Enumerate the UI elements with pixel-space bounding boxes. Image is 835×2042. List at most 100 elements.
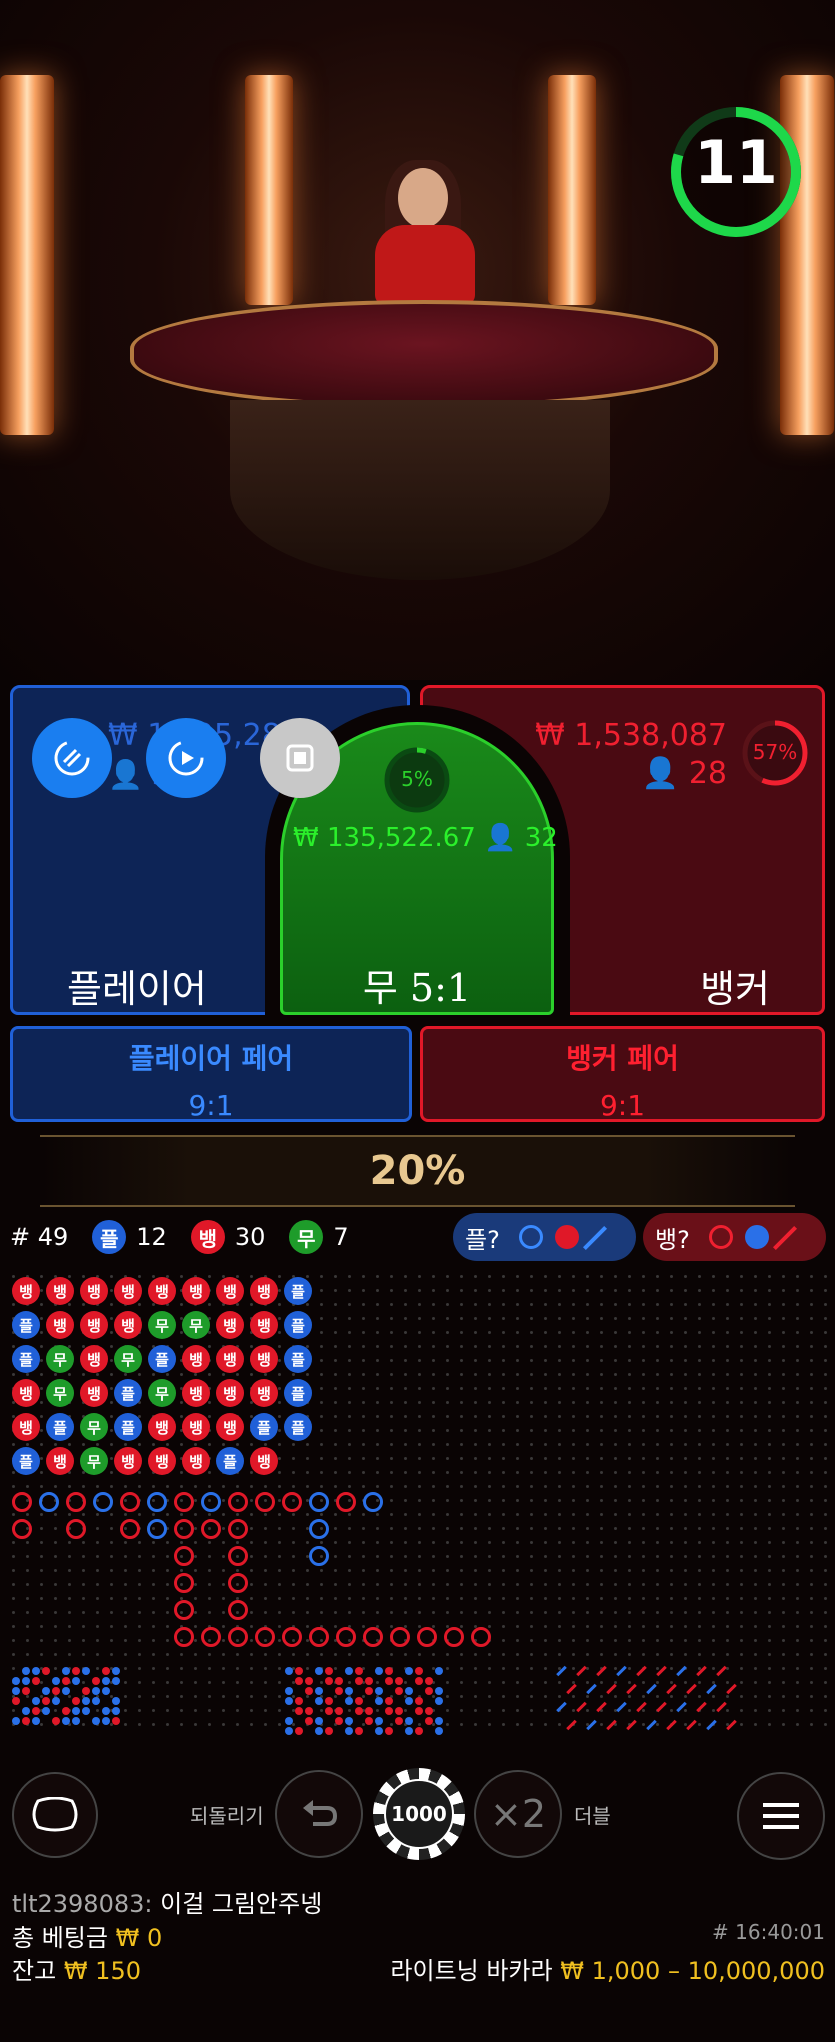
grid-dot bbox=[726, 1275, 729, 1278]
grid-dot bbox=[96, 1527, 99, 1530]
double-button[interactable]: ×2 bbox=[474, 1770, 562, 1858]
menu-button[interactable] bbox=[737, 1772, 825, 1860]
grid-dot bbox=[768, 1513, 771, 1516]
grid-dot bbox=[600, 1303, 603, 1306]
grid-dot bbox=[348, 1275, 351, 1278]
grid-dot bbox=[96, 1597, 99, 1600]
grid-dot bbox=[446, 1695, 449, 1698]
tie-win-count: 7 bbox=[333, 1223, 349, 1251]
grid-dot bbox=[600, 1443, 603, 1446]
grid-dot bbox=[362, 1275, 365, 1278]
grid-dot bbox=[376, 1597, 379, 1600]
grid-dot bbox=[544, 1457, 547, 1460]
grid-dot bbox=[558, 1583, 561, 1586]
grid-dot bbox=[278, 1597, 281, 1600]
autoplay-button[interactable] bbox=[32, 718, 112, 798]
grid-dot bbox=[236, 1569, 239, 1572]
grid-dot bbox=[474, 1723, 477, 1726]
countdown-timer-value: 11 bbox=[694, 128, 778, 198]
grid-dot bbox=[782, 1373, 785, 1376]
grid-dot bbox=[208, 1513, 211, 1516]
grid-dot bbox=[488, 1275, 491, 1278]
grid-dot bbox=[390, 1499, 393, 1502]
grid-dot bbox=[796, 1401, 799, 1404]
grid-dot bbox=[334, 1471, 337, 1474]
banker-pair-bet[interactable]: 뱅커 페어 9:1 bbox=[420, 1026, 825, 1122]
grid-dot bbox=[278, 1373, 281, 1376]
grid-dot bbox=[502, 1527, 505, 1530]
chip-selector[interactable]: 1000 bbox=[373, 1768, 465, 1860]
grid-dot bbox=[488, 1387, 491, 1390]
grid-dot bbox=[96, 1443, 99, 1446]
grid-dot bbox=[362, 1303, 365, 1306]
grid-dot bbox=[600, 1597, 603, 1600]
grid-dot bbox=[250, 1345, 253, 1348]
grid-dot bbox=[334, 1401, 337, 1404]
grid-dot bbox=[572, 1429, 575, 1432]
grid-dot bbox=[740, 1331, 743, 1334]
grid-dot bbox=[796, 1513, 799, 1516]
grid-dot bbox=[348, 1401, 351, 1404]
grid-dot bbox=[68, 1513, 71, 1516]
grid-dot bbox=[334, 1555, 337, 1558]
big-road-cell bbox=[120, 1492, 140, 1512]
banker-predict-button[interactable]: 뱅? bbox=[643, 1213, 826, 1261]
grid-dot bbox=[82, 1555, 85, 1558]
grid-dot bbox=[264, 1541, 267, 1544]
grid-dot bbox=[488, 1359, 491, 1362]
grid-dot bbox=[474, 1443, 477, 1446]
grid-dot bbox=[348, 1345, 351, 1348]
stop-button[interactable] bbox=[260, 718, 340, 798]
big-road-cell bbox=[471, 1627, 491, 1647]
big-road-cell bbox=[282, 1492, 302, 1512]
grid-dot bbox=[278, 1429, 281, 1432]
grid-dot bbox=[362, 1625, 365, 1628]
derived-road-cell bbox=[12, 1677, 20, 1685]
grid-dot bbox=[432, 1541, 435, 1544]
grid-dot bbox=[68, 1611, 71, 1614]
grid-dot bbox=[796, 1639, 799, 1642]
grid-dot bbox=[782, 1443, 785, 1446]
table-info[interactable]: 라이트닝 바카라 ₩ 1,000 – 10,000,000 bbox=[390, 1951, 825, 1986]
grid-dot bbox=[754, 1639, 757, 1642]
grid-dot bbox=[404, 1401, 407, 1404]
grid-dot bbox=[544, 1443, 547, 1446]
derived-road-cell bbox=[305, 1707, 313, 1715]
derived-road-cell bbox=[92, 1697, 100, 1705]
grid-dot bbox=[782, 1653, 785, 1656]
grid-dot bbox=[572, 1289, 575, 1292]
grid-dot bbox=[222, 1653, 225, 1656]
grid-dot bbox=[390, 1471, 393, 1474]
grid-dot bbox=[516, 1345, 519, 1348]
grid-dot bbox=[502, 1373, 505, 1376]
grid-dot bbox=[138, 1569, 141, 1572]
grid-dot bbox=[124, 1723, 127, 1726]
derived-road-cell bbox=[405, 1667, 413, 1675]
grid-dot bbox=[684, 1681, 687, 1684]
grid-dot bbox=[586, 1401, 589, 1404]
grid-dot bbox=[110, 1653, 113, 1656]
grid-dot bbox=[390, 1373, 393, 1376]
grid-dot bbox=[250, 1611, 253, 1614]
grid-dot bbox=[796, 1387, 799, 1390]
grid-dot bbox=[600, 1723, 603, 1726]
derived-road-cell bbox=[395, 1687, 403, 1695]
grid-dot bbox=[446, 1611, 449, 1614]
derived-road-cell bbox=[355, 1667, 363, 1675]
player-pair-bet[interactable]: 플레이어 페어 9:1 bbox=[10, 1026, 412, 1122]
grid-dot bbox=[670, 1639, 673, 1642]
undo-button[interactable] bbox=[275, 1770, 363, 1858]
grid-dot bbox=[110, 1611, 113, 1614]
grid-dot bbox=[376, 1555, 379, 1558]
grid-dot bbox=[558, 1359, 561, 1362]
grid-dot bbox=[138, 1373, 141, 1376]
grid-dot bbox=[194, 1709, 197, 1712]
lobby-button[interactable] bbox=[12, 1772, 98, 1858]
grid-dot bbox=[656, 1723, 659, 1726]
grid-dot bbox=[628, 1429, 631, 1432]
replay-button[interactable] bbox=[146, 718, 226, 798]
grid-dot bbox=[250, 1443, 253, 1446]
grid-dot bbox=[502, 1541, 505, 1544]
player-predict-button[interactable]: 플? bbox=[453, 1213, 636, 1261]
derived-road-cell bbox=[72, 1667, 80, 1675]
